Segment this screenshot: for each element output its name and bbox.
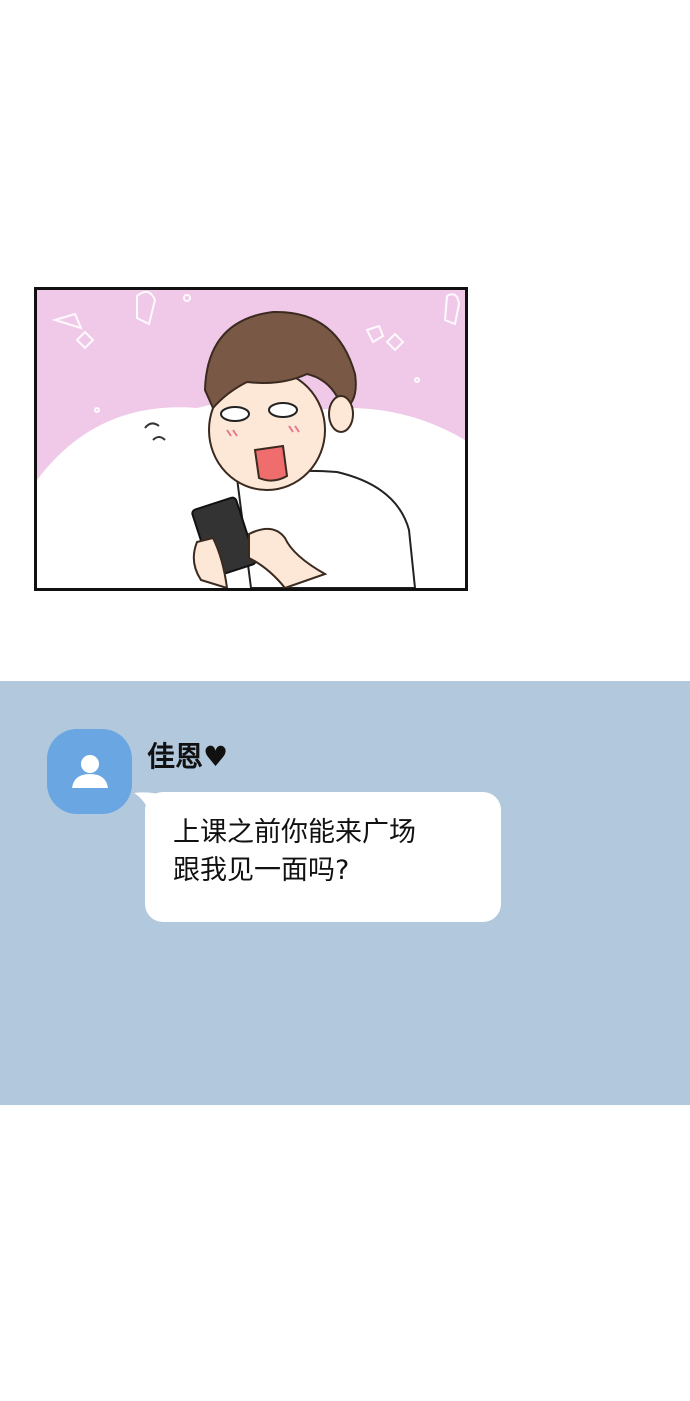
message-line-1: 上课之前你能来广场 [173,817,416,848]
message-line-2: 跟我见一面吗? [173,855,350,886]
sender-name: 佳恩♥ [147,740,229,773]
person-icon [71,754,108,788]
left-eye [220,406,250,422]
sender-avatar[interactable] [47,729,132,814]
open-mouth [253,444,289,482]
right-eye [268,402,298,418]
comic-panel [34,287,468,591]
boy-ear [328,395,354,433]
comic-illustration [37,290,465,588]
message-bubble[interactable]: 上课之前你能来广场 跟我见一面吗? [145,792,501,922]
